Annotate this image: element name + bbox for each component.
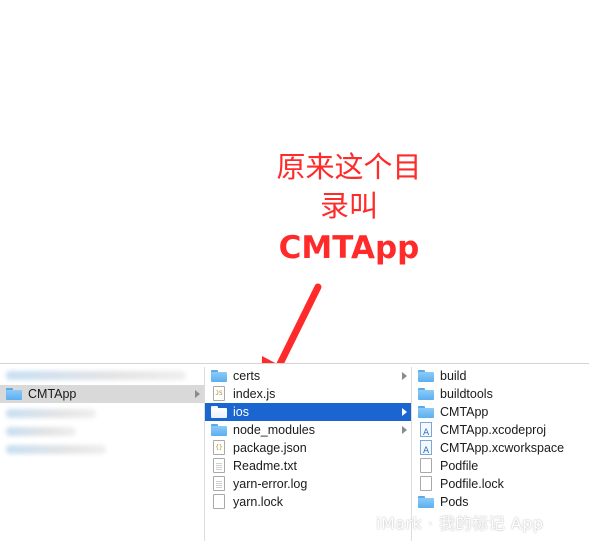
finder-item-label: certs [233, 369, 261, 383]
finder-item-label: node_modules [233, 423, 316, 437]
finder-item-podfile-lock[interactable]: Podfile.lock [412, 475, 589, 493]
finder-item-yarn-error-log[interactable]: yarn-error.log [205, 475, 411, 493]
blurred-item [6, 445, 106, 454]
chevron-right-icon [402, 372, 407, 380]
finder-item-label: ios [233, 405, 249, 419]
file-icon [213, 494, 225, 509]
finder-item-certs[interactable]: certs [205, 367, 411, 385]
annotation-line-1: 原来这个目 [276, 150, 422, 184]
finder-item-package-json[interactable]: {} package.json [205, 439, 411, 457]
js-file-icon: JS [213, 386, 225, 401]
folder-icon [211, 424, 227, 436]
file-icon [420, 458, 432, 473]
finder-item-yarn-lock[interactable]: yarn.lock [205, 493, 411, 511]
folder-icon [211, 406, 227, 418]
finder-item-podfile[interactable]: Podfile [412, 457, 589, 475]
finder-item-label: buildtools [440, 387, 493, 401]
finder-item-label: yarn.lock [233, 495, 284, 509]
watermark: iMark · 我的标记 App [376, 514, 544, 533]
chevron-right-icon [402, 408, 407, 416]
xcodeproj-icon [420, 422, 432, 442]
finder-item-build[interactable]: build [412, 367, 589, 385]
finder-item-label: CMTApp [28, 387, 77, 401]
finder-item-pods[interactable]: Pods [412, 493, 589, 511]
folder-icon [418, 370, 434, 382]
finder-item-buildtools[interactable]: buildtools [412, 385, 589, 403]
folder-icon [418, 406, 434, 418]
blurred-item [6, 371, 186, 380]
finder-item-readme[interactable]: Readme.txt [205, 457, 411, 475]
text-file-icon [213, 458, 225, 473]
annotation-line-3: CMTApp [278, 230, 420, 266]
finder-column-1[interactable]: CMTApp [0, 367, 205, 541]
finder-item-cmtapp[interactable]: CMTApp [412, 403, 589, 421]
folder-icon [418, 496, 434, 508]
folder-icon [418, 388, 434, 400]
finder-item-label: Podfile [440, 459, 479, 473]
finder-item-xcodeproj[interactable]: CMTApp.xcodeproj [412, 421, 589, 442]
annotation-callout: 原来这个目 录叫 CMTApp [244, 148, 454, 271]
finder-item-label: yarn-error.log [233, 477, 308, 491]
finder-item-ios[interactable]: ios [205, 403, 411, 421]
folder-icon [211, 370, 227, 382]
finder-item-label: build [440, 369, 467, 383]
finder-item-label: Podfile.lock [440, 477, 504, 491]
chevron-right-icon [402, 426, 407, 434]
xcworkspace-icon [420, 440, 432, 460]
blurred-item [6, 409, 96, 418]
file-icon [420, 476, 432, 491]
folder-icon [6, 388, 22, 400]
blurred-item [6, 427, 76, 436]
text-file-icon [213, 476, 225, 491]
finder-item-index-js[interactable]: JS index.js [205, 385, 411, 403]
json-file-icon: {} [213, 440, 225, 455]
finder-item-label: Readme.txt [233, 459, 297, 473]
chevron-right-icon [195, 390, 200, 398]
finder-item-parent[interactable]: CMTApp [0, 385, 204, 403]
annotation-line-2: 录叫 [319, 189, 378, 223]
finder-item-label: package.json [233, 441, 307, 455]
finder-item-node-modules[interactable]: node_modules [205, 421, 411, 439]
finder-item-label: CMTApp [440, 405, 489, 419]
finder-item-label: CMTApp.xcodeproj [440, 423, 547, 437]
finder-item-label: Pods [440, 495, 469, 509]
finder-item-label: CMTApp.xcworkspace [440, 441, 565, 455]
finder-item-xcworkspace[interactable]: CMTApp.xcworkspace [412, 439, 589, 460]
finder-item-label: index.js [233, 387, 276, 401]
